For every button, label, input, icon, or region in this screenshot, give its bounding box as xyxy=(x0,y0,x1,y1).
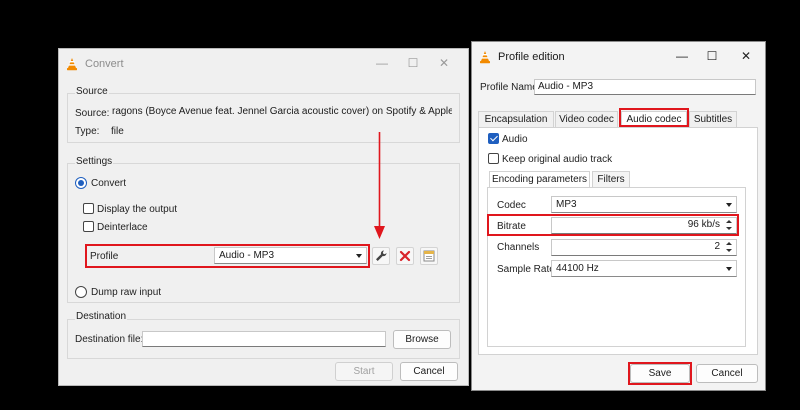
maximize-icon[interactable]: ☐ xyxy=(705,49,719,63)
annotation-arrow xyxy=(374,132,385,239)
profile-select[interactable]: Audio - MP3 xyxy=(214,247,367,264)
codec-select-value: MP3 xyxy=(556,199,577,210)
dump-raw-radio[interactable] xyxy=(75,286,87,298)
profile-label: Profile xyxy=(90,251,119,262)
convert-radio[interactable] xyxy=(75,177,87,189)
chevron-down-icon xyxy=(726,267,732,271)
sample-rate-label: Sample Rate xyxy=(497,264,555,275)
minimize-icon[interactable]: — xyxy=(375,56,389,70)
profile-cancel-button[interactable]: Cancel xyxy=(696,364,758,383)
keep-original-label: Keep original audio track xyxy=(502,154,613,165)
profile-name-input[interactable]: Audio - MP3 xyxy=(534,79,756,95)
convert-window: Convert — ☐ ✕ Source Source: ragons (Boy… xyxy=(58,48,469,386)
convert-titlebar: Convert — ☐ ✕ xyxy=(59,49,468,79)
convert-title: Convert xyxy=(85,58,124,70)
destination-group-title: Destination xyxy=(75,311,128,322)
profile-title: Profile edition xyxy=(498,51,565,63)
display-output-checkbox[interactable] xyxy=(83,203,94,214)
new-profile-icon xyxy=(423,250,435,262)
new-profile-button[interactable] xyxy=(420,247,438,265)
bitrate-spinbox[interactable]: 96 kb/s xyxy=(551,217,737,234)
maximize-icon[interactable]: ☐ xyxy=(406,56,420,70)
delete-profile-button[interactable] xyxy=(396,247,414,265)
audio-label: Audio xyxy=(502,134,528,145)
chevron-down-icon xyxy=(726,203,732,207)
tab-subtitles[interactable]: Subtitles xyxy=(689,111,737,127)
bitrate-label: Bitrate xyxy=(497,221,526,232)
chevron-down-icon xyxy=(356,254,362,258)
spinner-icon[interactable] xyxy=(725,241,735,254)
minimize-icon[interactable]: — xyxy=(675,49,689,63)
close-icon[interactable]: ✕ xyxy=(437,56,451,70)
sample-rate-value: 44100 Hz xyxy=(556,263,599,274)
deinterlace-checkbox[interactable] xyxy=(83,221,94,232)
display-output-label: Display the output xyxy=(97,204,178,215)
source-label: Source: xyxy=(75,108,110,119)
destination-file-input[interactable] xyxy=(142,331,386,347)
type-value: file xyxy=(111,126,124,137)
channels-spinbox[interactable]: 2 xyxy=(551,239,737,256)
vlc-cone-icon xyxy=(67,58,77,71)
source-group-title: Source xyxy=(75,86,109,97)
audio-checkbox[interactable] xyxy=(488,133,499,144)
convert-radio-label: Convert xyxy=(91,178,127,189)
close-icon[interactable]: ✕ xyxy=(739,49,753,63)
destination-label: Destination file: xyxy=(75,334,144,345)
browse-button[interactable]: Browse xyxy=(393,330,451,349)
profile-name-label: Profile Name xyxy=(480,82,538,93)
wrench-icon xyxy=(376,250,387,261)
tab-encapsulation[interactable]: Encapsulation xyxy=(478,111,554,127)
vlc-cone-icon xyxy=(480,51,490,64)
profile-edition-window: Profile edition — ☐ ✕ Profile Name Audio… xyxy=(471,41,766,391)
dump-raw-label: Dump raw input xyxy=(91,287,162,298)
codec-label: Codec xyxy=(497,200,526,211)
codec-select[interactable]: MP3 xyxy=(551,196,737,213)
deinterlace-label: Deinterlace xyxy=(97,222,148,233)
start-button[interactable]: Start xyxy=(335,362,393,381)
edit-profile-button[interactable] xyxy=(372,247,390,265)
save-button[interactable]: Save xyxy=(630,364,690,383)
keep-original-checkbox[interactable] xyxy=(488,153,499,164)
cancel-button[interactable]: Cancel xyxy=(400,362,458,381)
channels-value: 2 xyxy=(714,241,720,252)
settings-group-title: Settings xyxy=(75,156,114,167)
spinner-icon[interactable] xyxy=(725,219,735,232)
tab-video-codec[interactable]: Video codec xyxy=(555,111,618,127)
profile-select-value: Audio - MP3 xyxy=(219,250,275,261)
channels-label: Channels xyxy=(497,242,540,253)
type-label: Type: xyxy=(75,126,100,137)
sample-rate-select[interactable]: 44100 Hz xyxy=(551,260,737,277)
tab-encoding-parameters[interactable]: Encoding parameters xyxy=(489,171,590,187)
source-field[interactable]: ragons (Boyce Avenue feat. Jennel Garcia… xyxy=(109,105,452,121)
delete-icon xyxy=(399,250,411,262)
tab-audio-codec[interactable]: Audio codec xyxy=(621,111,687,127)
profile-titlebar: Profile edition — ☐ ✕ xyxy=(472,42,765,72)
tab-filters[interactable]: Filters xyxy=(592,171,630,187)
bitrate-value: 96 kb/s xyxy=(687,219,720,230)
